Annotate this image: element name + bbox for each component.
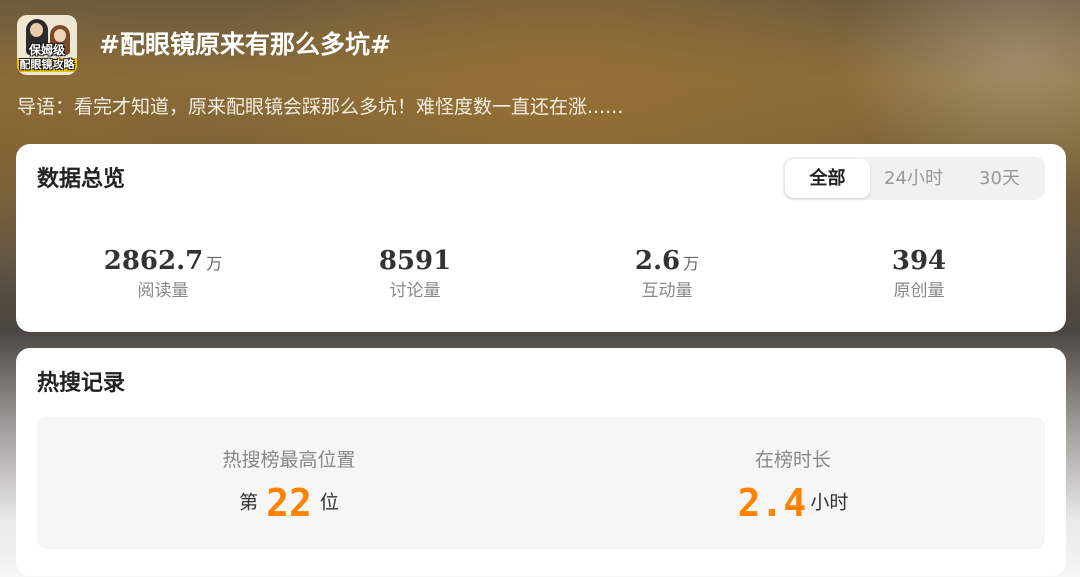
avatar-face-man	[30, 23, 43, 37]
time-range-tabs: 全部 24小时 30天	[783, 157, 1045, 200]
stat-originals-label: 原创量	[893, 281, 945, 301]
duration-value: 2.4 小时	[541, 479, 1045, 525]
hot-search-record-title: 热搜记录	[37, 371, 126, 396]
stat-discussions: 8591 讨论量	[300, 244, 530, 303]
hot-search-record-card: 热搜记录 热搜榜最高位置 第 22 位 在榜时长 2.4 小时	[16, 348, 1066, 576]
highest-position-number: 22	[266, 480, 312, 525]
stat-interactions-label: 互动量	[641, 281, 693, 301]
tab-30-days[interactable]: 30天	[957, 159, 1042, 198]
duration-number: 2.4	[737, 480, 807, 525]
highest-position-label: 热搜榜最高位置	[222, 449, 356, 471]
stat-reads-number: 2862.7	[103, 246, 204, 276]
duration-block: 在榜时长 2.4 小时	[541, 417, 1045, 525]
tab-24-hours[interactable]: 24小时	[871, 159, 956, 198]
stat-discussions-number: 8591	[378, 246, 452, 276]
stat-reads: 2862.7 万 阅读量	[48, 244, 278, 303]
topic-header: 保姆级 配眼镜攻略 #配眼镜原来有那么多坑#	[17, 15, 391, 75]
stat-originals: 394 原创量	[804, 244, 1034, 303]
highest-position-suffix: 位	[319, 491, 339, 514]
stat-interactions-number: 2.6	[634, 246, 681, 276]
stat-discussions-label: 讨论量	[389, 281, 441, 301]
highest-position-block: 热搜榜最高位置 第 22 位	[37, 417, 541, 525]
stats-row: 2862.7 万 阅读量 8591 讨论量 2.6 万 互动量 394 原创量	[16, 244, 1066, 306]
topic-avatar[interactable]: 保姆级 配眼镜攻略	[17, 15, 77, 75]
highest-position-prefix: 第	[239, 491, 259, 514]
topic-intro: 导语：看完才知道，原来配眼镜会踩那么多坑！难怪度数一直还在涨......	[17, 96, 624, 118]
stat-discussions-value: 8591	[300, 244, 530, 278]
stat-reads-unit: 万	[206, 254, 223, 273]
duration-label: 在榜时长	[754, 449, 831, 471]
avatar-badge-line-1: 保姆级	[17, 43, 77, 57]
tab-all[interactable]: 全部	[785, 159, 870, 198]
stat-interactions: 2.6 万 互动量	[552, 244, 782, 303]
avatar-badge-line-2: 配眼镜攻略	[17, 58, 77, 72]
data-overview-card: 数据总览 全部 24小时 30天 2862.7 万 阅读量 8591 讨论量 2.…	[16, 144, 1066, 332]
stat-reads-label: 阅读量	[137, 281, 189, 301]
data-overview-title: 数据总览	[37, 167, 126, 192]
hot-search-record-panel: 热搜榜最高位置 第 22 位 在榜时长 2.4 小时	[37, 417, 1045, 549]
avatar-face-woman	[54, 29, 66, 42]
topic-title: #配眼镜原来有那么多坑#	[99, 30, 391, 59]
duration-suffix: 小时	[810, 491, 849, 514]
highest-position-value: 第 22 位	[37, 479, 541, 525]
stat-interactions-value: 2.6 万	[552, 244, 782, 278]
stat-interactions-unit: 万	[683, 254, 700, 273]
stat-originals-number: 394	[891, 246, 947, 276]
stat-originals-value: 394	[804, 244, 1034, 278]
stat-reads-value: 2862.7 万	[48, 244, 278, 278]
